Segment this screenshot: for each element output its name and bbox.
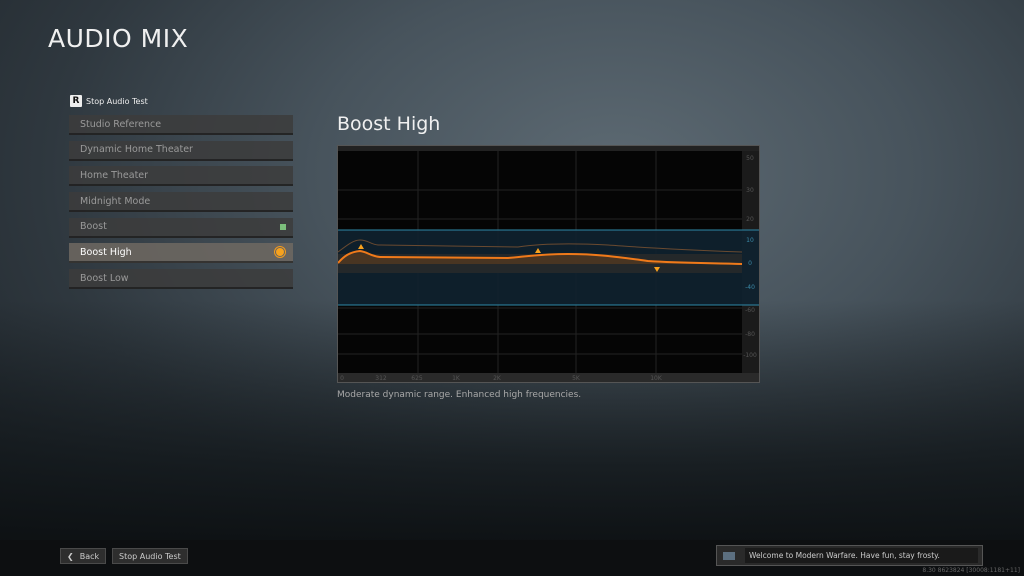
preset-dynamic-home-theater[interactable]: Dynamic Home Theater — [69, 140, 293, 161]
x-label: 0 — [340, 375, 344, 382]
eq-graph: 50 30 20 10 0 -40 -60 -80 -100 0 312 625… — [337, 145, 760, 383]
preset-boost-low[interactable]: Boost Low — [69, 269, 293, 290]
preset-label: Midnight Mode — [80, 195, 151, 207]
chat-message: Welcome to Modern Warfare. Have fun, sta… — [745, 548, 978, 563]
preset-list: Studio Reference Dynamic Home Theater Ho… — [69, 115, 293, 295]
back-label: Back — [79, 551, 100, 561]
y-label: -40 — [745, 284, 755, 291]
x-label: 312 — [375, 375, 387, 382]
y-label: 20 — [746, 216, 754, 223]
stop-audio-test-button[interactable]: Stop Audio Test — [112, 548, 188, 564]
chat-box[interactable]: Welcome to Modern Warfare. Have fun, sta… — [716, 545, 983, 566]
preset-label: Boost — [80, 221, 107, 233]
preset-label: Studio Reference — [80, 118, 162, 130]
y-label: -60 — [745, 307, 755, 314]
page-title: AUDIO MIX — [48, 24, 189, 53]
preset-description: Moderate dynamic range. Enhanced high fr… — [337, 390, 582, 400]
y-label: 50 — [746, 155, 754, 162]
chevron-left-icon: ❮ — [67, 551, 74, 561]
back-button[interactable]: ❮ Back — [60, 548, 107, 564]
selected-radio-icon — [274, 246, 286, 259]
preset-label: Boost Low — [80, 272, 129, 284]
preset-label: Boost High — [80, 246, 132, 258]
preset-label: Dynamic Home Theater — [80, 144, 193, 156]
preset-boost-high[interactable]: Boost High — [69, 243, 293, 264]
preset-boost[interactable]: Boost — [69, 217, 293, 238]
x-label: 2K — [493, 375, 502, 382]
y-label: -100 — [743, 352, 757, 359]
y-label: 0 — [748, 260, 752, 267]
y-label: 30 — [746, 187, 754, 194]
preset-home-theater[interactable]: Home Theater — [69, 166, 293, 187]
chat-icon — [723, 551, 735, 560]
stop-audio-test-hint[interactable]: R Stop Audio Test — [70, 95, 148, 107]
stop-label: Stop Audio Test — [119, 551, 181, 561]
preset-title: Boost High — [337, 113, 441, 135]
x-label: 625 — [411, 375, 423, 382]
preset-midnight-mode[interactable]: Midnight Mode — [69, 192, 293, 213]
hint-label: Stop Audio Test — [86, 96, 148, 106]
x-label: 1K — [452, 375, 461, 382]
y-label: -80 — [745, 331, 755, 338]
preset-studio-reference[interactable]: Studio Reference — [69, 115, 293, 135]
r-key-icon: R — [70, 95, 82, 107]
applied-indicator-icon — [280, 223, 286, 230]
x-label: 10K — [650, 375, 663, 382]
y-label: 10 — [746, 237, 754, 244]
x-label: 5K — [572, 375, 581, 382]
preset-label: Home Theater — [80, 169, 149, 181]
version-string: 8.30 8623824 [30008:1181+11] — [922, 567, 1020, 574]
